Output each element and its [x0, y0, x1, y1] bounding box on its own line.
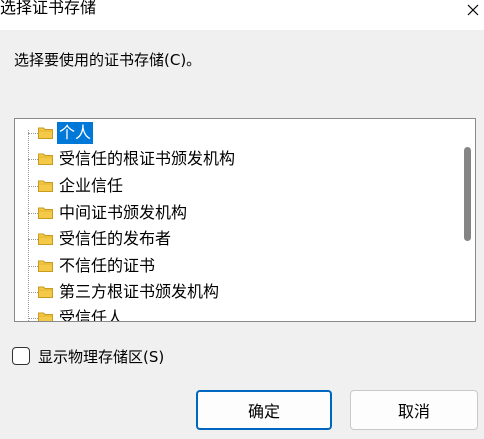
tree-connector — [28, 186, 38, 187]
tree-item-label: 不信任的证书 — [59, 256, 156, 275]
window-title: 选择证书存储 — [0, 0, 97, 17]
tree-item-trusted-publishers[interactable]: 受信任的发布者 — [15, 228, 455, 250]
folder-icon — [38, 260, 53, 272]
folder-icon — [38, 233, 53, 245]
show-physical-stores-checkbox[interactable] — [12, 347, 30, 365]
title-bar: 选择证书存储 — [0, 0, 484, 30]
tree-connector — [28, 159, 38, 160]
tree-item-label: 个人 — [57, 122, 94, 144]
tree-item-label: 企业信任 — [59, 176, 124, 195]
tree-connector — [28, 292, 38, 293]
tree-item-label: 受信任的根证书颁发机构 — [59, 149, 236, 168]
tree-item-enterprise-trust[interactable]: 企业信任 — [15, 175, 455, 197]
folder-icon — [38, 180, 53, 192]
tree-item-trusted-root[interactable]: 受信任的根证书颁发机构 — [15, 148, 455, 170]
tree-item-trusted-people[interactable]: 受信任人 — [15, 307, 455, 321]
tree-scrollbar[interactable] — [459, 119, 475, 321]
tree-item-intermediate-ca[interactable]: 中间证书颁发机构 — [15, 202, 455, 224]
folder-icon — [38, 312, 53, 321]
tree-connector — [28, 239, 38, 240]
cancel-button[interactable]: 取消 — [350, 390, 478, 430]
tree-item-label: 第三方根证书颁发机构 — [59, 282, 220, 301]
show-physical-stores-label: 显示物理存储区(S) — [38, 347, 165, 366]
store-prompt: 选择要使用的证书存储(C)。 — [14, 51, 202, 69]
scroll-thumb[interactable] — [464, 147, 471, 241]
tree-item-label: 受信任的发布者 — [59, 229, 172, 248]
tree-item-third-party-root[interactable]: 第三方根证书颁发机构 — [15, 281, 455, 303]
folder-icon — [38, 286, 53, 298]
close-button[interactable] — [462, 0, 484, 20]
tree-connector — [28, 133, 38, 134]
show-physical-stores-option[interactable]: 显示物理存储区(S) — [12, 345, 164, 367]
tree-connector — [28, 266, 38, 267]
tree-connector — [28, 213, 38, 214]
tree-item-untrusted-certs[interactable]: 不信任的证书 — [15, 255, 455, 277]
tree-list: 个人 受信任的根证书颁发机构 企业信任 中间证书颁发机构 受信任的发布者 不信任… — [15, 119, 459, 321]
folder-icon — [38, 127, 53, 139]
ok-button[interactable]: 确定 — [196, 390, 332, 430]
folder-icon — [38, 207, 53, 219]
tree-item-label: 受信任人 — [59, 308, 124, 321]
tree-item-label: 中间证书颁发机构 — [59, 203, 188, 222]
close-icon — [467, 4, 479, 16]
tree-item-personal[interactable]: 个人 — [15, 122, 455, 144]
certificate-store-tree[interactable]: 个人 受信任的根证书颁发机构 企业信任 中间证书颁发机构 受信任的发布者 不信任… — [14, 118, 476, 322]
folder-icon — [38, 153, 53, 165]
tree-connector — [28, 318, 38, 319]
